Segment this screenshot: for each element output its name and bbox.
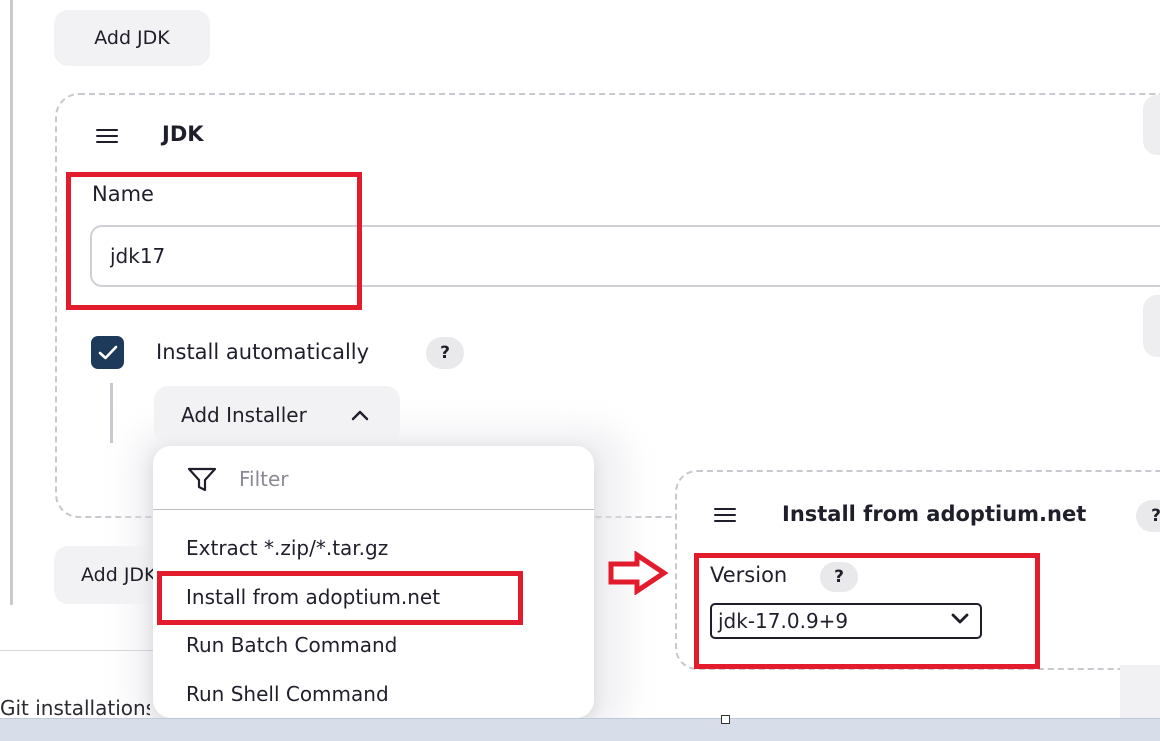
install-automatically-checkbox[interactable] [91,336,124,369]
highlight-install-adoptium [157,571,523,625]
highlight-name [66,172,362,310]
left-border-rule [10,0,13,605]
menu-item-run-shell[interactable]: Run Shell Command [186,682,389,706]
tree-connector [110,383,113,443]
check-icon [98,345,117,359]
chevron-up-icon [351,410,369,421]
highlight-version [694,553,1040,669]
install-automatically-label: Install automatically [156,340,370,364]
filter-input[interactable]: Filter [239,467,289,491]
hamburger-icon[interactable] [96,129,118,143]
menu-item-run-batch[interactable]: Run Batch Command [186,633,397,657]
filter-icon [187,467,217,492]
background-panel [1120,665,1160,718]
section-divider [0,650,155,651]
resize-handle[interactable] [721,715,730,724]
jdk-card-title: JDK [162,122,204,146]
menu-item-extract[interactable]: Extract *.zip/*.tar.gz [186,536,388,560]
help-button[interactable]: ? [1136,500,1160,532]
adoptium-card-title: Install from adoptium.net [782,502,1087,526]
card-side-tab[interactable] [1143,295,1160,357]
window-bottom-bar [0,718,1160,741]
git-installations-heading: Git installations [0,696,150,718]
right-arrow-icon [608,551,669,595]
help-button[interactable]: ? [426,337,464,369]
card-side-tab[interactable] [1143,95,1160,155]
add-installer-label: Add Installer [181,403,307,427]
filter-row[interactable]: Filter [153,446,594,510]
add-jdk-button[interactable]: Add JDK [54,10,210,66]
hamburger-icon[interactable] [714,508,736,522]
